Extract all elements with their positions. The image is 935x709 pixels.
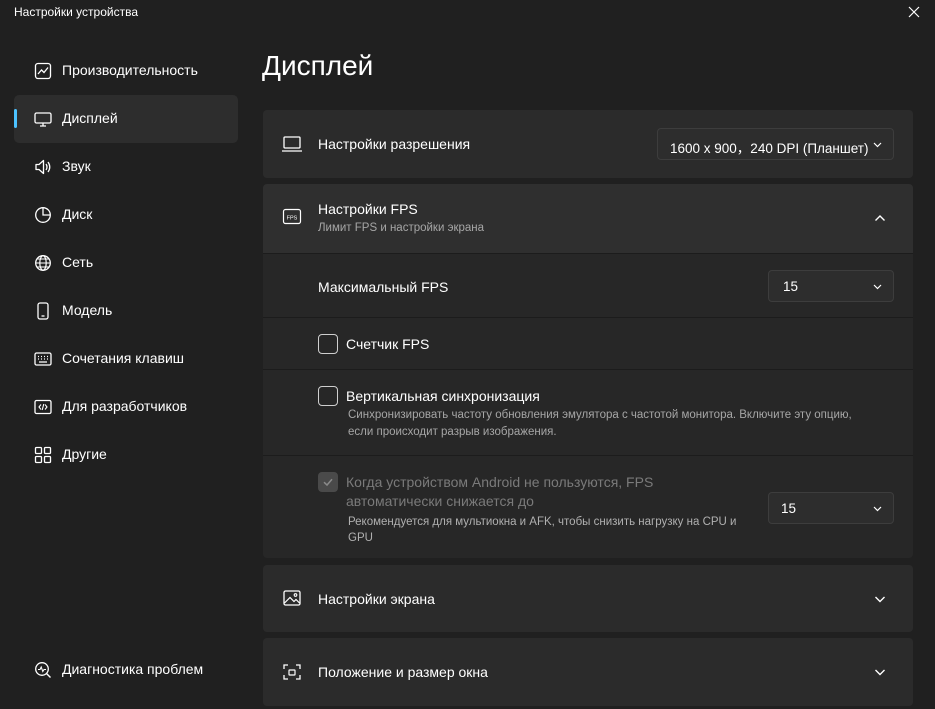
max-fps-dropdown[interactable]: 15: [768, 270, 894, 302]
vsync-label: Вертикальная синхронизация: [346, 388, 540, 404]
idle-fps-label-line2: автоматически снижается до: [346, 493, 534, 509]
sidebar-item-label: Дисплей: [62, 110, 118, 126]
vsync-checkbox[interactable]: [318, 386, 338, 406]
window-resize-icon: [281, 661, 303, 683]
monitor-icon: [34, 110, 52, 128]
fps-settings-header[interactable]: FPS Настройки FPS Лимит FPS и настройки …: [263, 184, 913, 253]
title-bar: Настройки устройства: [0, 0, 935, 28]
idle-fps-description-line2: GPU: [348, 532, 373, 544]
window-title: Настройки устройства: [14, 5, 138, 19]
resolution-settings-title: Настройки разрешения: [318, 136, 471, 152]
fps-counter-label: Счетчик FPS: [346, 336, 430, 352]
sidebar-item-sound[interactable]: Звук: [14, 143, 238, 191]
vsync-description-line2: если происходит разрыв изображения.: [348, 426, 557, 438]
sidebar: Производительность Дисплей Звук Диск Сет…: [0, 28, 248, 709]
sidebar-item-label: Сеть: [62, 254, 94, 270]
pie-disk-icon: [34, 206, 52, 224]
chevron-down-icon: [872, 503, 883, 514]
sidebar-item-label: Сочетания клавиш: [62, 350, 184, 366]
fps-settings-body: Максимальный FPS 15 Счетчик FPS Вертикал…: [263, 253, 913, 558]
sidebar-item-diagnostics[interactable]: Диагностика проблем: [14, 646, 238, 694]
sidebar-item-label: Диск: [62, 206, 93, 222]
laptop-icon: [281, 133, 303, 155]
diagnostics-icon: [34, 661, 52, 679]
performance-chart-icon: [34, 62, 52, 80]
chevron-down-icon[interactable]: [873, 592, 887, 606]
max-fps-dropdown-value: 15: [783, 279, 799, 294]
sidebar-item-other[interactable]: Другие: [14, 431, 238, 479]
sidebar-item-label: Диагностика проблем: [62, 661, 204, 677]
sidebar-item-model[interactable]: Модель: [14, 287, 238, 335]
idle-fps-dropdown-value: 15: [781, 501, 797, 516]
developer-code-icon: [34, 398, 52, 416]
sidebar-item-label: Звук: [62, 158, 91, 174]
idle-fps-dropdown[interactable]: 15: [768, 492, 894, 524]
chevron-down-icon: [872, 139, 883, 150]
sidebar-item-label: Производительность: [62, 62, 198, 78]
chevron-down-icon[interactable]: [873, 665, 887, 679]
resolution-dropdown[interactable]: 1600 x 900，240 DPI (Планшет): [657, 128, 894, 160]
idle-fps-label-line1: Когда устройством Android не пользуются,…: [346, 474, 654, 490]
window-position-card[interactable]: Положение и размер окна: [263, 638, 913, 706]
sidebar-item-label: Модель: [62, 302, 113, 318]
max-fps-row: Максимальный FPS 15: [263, 253, 913, 317]
chevron-up-icon[interactable]: [873, 211, 887, 225]
fps-counter-row: Счетчик FPS: [263, 317, 913, 369]
fps-settings-title: Настройки FPS: [318, 201, 418, 217]
resolution-settings-card: Настройки разрешения 1600 x 900，240 DPI …: [263, 110, 913, 178]
vsync-row: Вертикальная синхронизация Синхронизиров…: [263, 369, 913, 455]
idle-fps-description-line1: Рекомендуется для мультиокна и AFK, чтоб…: [348, 516, 737, 528]
image-icon: [281, 587, 303, 609]
sidebar-item-disk[interactable]: Диск: [14, 191, 238, 239]
idle-fps-row: Когда устройством Android не пользуются,…: [263, 455, 913, 558]
sidebar-item-display[interactable]: Дисплей: [14, 95, 238, 143]
screen-settings-card[interactable]: Настройки экрана: [263, 565, 913, 632]
sidebar-item-shortcuts[interactable]: Сочетания клавиш: [14, 335, 238, 383]
vsync-description-line1: Синхронизировать частоту обновления эмул…: [348, 409, 852, 421]
chevron-down-icon: [872, 281, 883, 292]
resolution-dropdown-value: 1600 x 900，240 DPI (Планшет): [670, 141, 869, 156]
page-title: Дисплей: [262, 50, 374, 81]
sidebar-item-performance[interactable]: Производительность: [14, 47, 238, 95]
speaker-icon: [34, 158, 52, 176]
phone-icon: [34, 302, 52, 320]
apps-grid-icon: [34, 446, 52, 464]
window-position-title: Положение и размер окна: [318, 664, 488, 680]
idle-fps-checkbox[interactable]: [318, 472, 338, 492]
fps-settings-subtitle: Лимит FPS и настройки экрана: [318, 222, 485, 234]
sidebar-item-label: Для разработчиков: [62, 398, 188, 414]
sidebar-item-label: Другие: [62, 446, 107, 462]
sidebar-item-network[interactable]: Сеть: [14, 239, 238, 287]
screen-settings-title: Настройки экрана: [318, 591, 435, 607]
svg-text:FPS: FPS: [287, 215, 298, 221]
globe-icon: [34, 254, 52, 272]
max-fps-label: Максимальный FPS: [318, 279, 449, 295]
fps-icon: FPS: [281, 206, 303, 228]
fps-counter-checkbox[interactable]: [318, 334, 338, 354]
keyboard-icon: [34, 350, 52, 368]
close-icon[interactable]: [907, 5, 921, 19]
sidebar-item-developers[interactable]: Для разработчиков: [14, 383, 238, 431]
